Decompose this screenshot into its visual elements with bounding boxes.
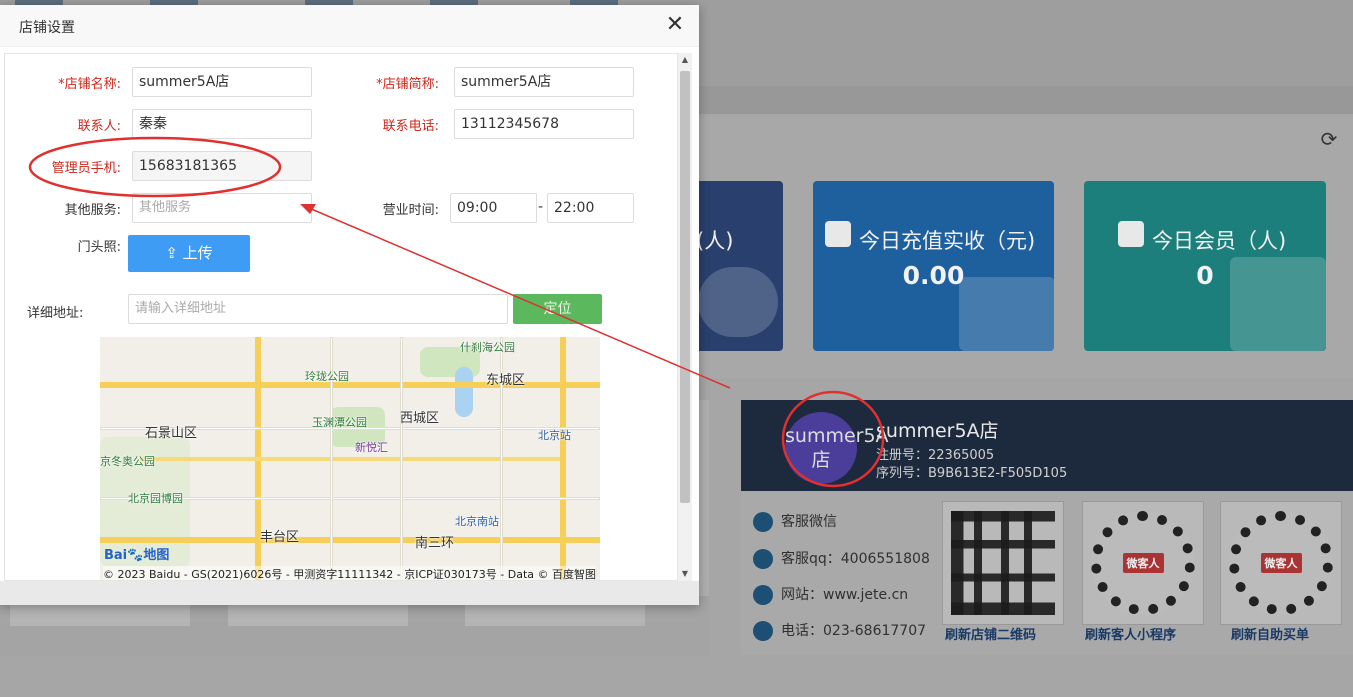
- store-banner: summer5A店 summer5A店 注册号：22365005 序列号：B9B…: [741, 400, 1353, 491]
- qq-icon: [753, 549, 773, 569]
- map-label: 什刹海公园: [460, 341, 515, 354]
- refresh-store-qrcode-link[interactable]: 刷新店铺二维码: [945, 624, 1036, 643]
- map-label: 丰台区: [260, 530, 300, 545]
- miniprogram-code-image: 微客人: [1091, 511, 1195, 615]
- stat-card-visitors: (人): [690, 181, 783, 351]
- link-icon: [753, 585, 773, 605]
- store-card: summer5A店 summer5A店 注册号：22365005 序列号：B9B…: [741, 400, 1353, 655]
- phone-label: 联系电话:: [382, 119, 439, 134]
- scroll-up-arrow-icon[interactable]: ▲: [678, 53, 692, 67]
- locate-button[interactable]: 定位: [513, 294, 602, 324]
- refresh-icon[interactable]: ⟳: [1318, 128, 1340, 150]
- miniprogram-code-image: 微客人: [1229, 511, 1333, 615]
- yuan-icon: [959, 277, 1054, 351]
- storefront-photo-label: 门头照:: [77, 240, 121, 255]
- stat-title: (人): [696, 229, 734, 253]
- store-serial-no: 序列号：B9B613E2-F505D105: [876, 466, 1068, 481]
- contact-website: 网站：www.jete.cn: [753, 584, 908, 605]
- business-hours-end-input[interactable]: 22:00: [547, 193, 634, 223]
- map-label: 玉渊潭公园: [312, 416, 367, 429]
- store-short-name-input[interactable]: summer5A店: [454, 67, 634, 97]
- contact-label: 客服qq：4006551808: [781, 551, 930, 567]
- avatar: summer5A店: [785, 412, 889, 484]
- contact-phone: 电话：023-68617707: [753, 620, 926, 641]
- dialog-footer: [0, 581, 699, 605]
- map-street: [400, 337, 403, 580]
- stat-card-recharge: 今日充值实收（元) 0.00: [813, 181, 1054, 351]
- map-road: [100, 537, 600, 543]
- store-name-input[interactable]: summer5A店: [132, 67, 312, 97]
- store-name-label: *店铺名称:: [58, 77, 121, 92]
- map-road: [560, 337, 566, 580]
- baidu-map-logo: Bai🐾地图: [104, 548, 170, 563]
- store-qrcode: [942, 501, 1064, 625]
- contact-label: 网站：www.jete.cn: [781, 587, 909, 603]
- guest-miniprogram-code: 微客人: [1082, 501, 1204, 625]
- map-copyright: © 2023 Baidu - GS(2021)6026号 - 甲测资字11111…: [103, 566, 597, 581]
- store-name: summer5A店: [876, 420, 999, 442]
- map-lake: [455, 367, 473, 417]
- screen: ⟳ (人) 今日充值实收（元) 0.00 今日会员（人) 0 summer5A店…: [0, 0, 1353, 697]
- contact-label: 客服微信: [781, 514, 837, 530]
- members-icon: [1118, 221, 1144, 247]
- upload-button-label: 上传: [182, 244, 213, 262]
- dialog-header: 店铺设置 ✕: [0, 5, 699, 47]
- miniprogram-badge: 微客人: [1260, 553, 1302, 573]
- miniprogram-badge: 微客人: [1122, 553, 1164, 573]
- phone-icon: [753, 621, 773, 641]
- dialog-scrollbar[interactable]: ▲ ▼: [678, 53, 692, 581]
- map-label: 玲珑公园: [305, 370, 349, 383]
- other-service-input[interactable]: 其他服务: [132, 193, 312, 223]
- admin-phone-label: 管理员手机:: [51, 161, 121, 176]
- self-pay-code: 微客人: [1220, 501, 1342, 625]
- upload-icon: ⇪: [165, 244, 183, 262]
- scroll-down-arrow-icon[interactable]: ▼: [678, 567, 692, 581]
- map-label: 北京南站: [455, 515, 499, 528]
- scroll-thumb[interactable]: [680, 71, 690, 503]
- contact-label: 联系人:: [77, 119, 121, 134]
- close-icon[interactable]: ✕: [662, 12, 688, 38]
- store-reg-no: 注册号：22365005: [876, 448, 995, 463]
- map-label: 石景山区: [145, 426, 198, 441]
- admin-phone-input[interactable]: 15683181365: [132, 151, 312, 181]
- phone-input[interactable]: 13112345678: [454, 109, 634, 139]
- map-label: 新悦汇: [355, 441, 388, 454]
- map-label: 京冬奥公园: [100, 455, 155, 468]
- map-label: 北京园博园: [128, 492, 183, 505]
- people-icon: [698, 267, 778, 337]
- contact-qq: 客服qq：4006551808: [753, 548, 930, 569]
- qrcode-image: [951, 511, 1055, 615]
- store-settings-dialog: 店铺设置 ✕ *店铺名称: summer5A店 *店铺简称: summer5A店…: [0, 5, 699, 605]
- dialog-body: *店铺名称: summer5A店 *店铺简称: summer5A店 联系人: 秦…: [4, 53, 678, 581]
- map-label: 东城区: [486, 373, 526, 388]
- map[interactable]: 什刹海公园 玲珑公园 东城区 西城区 玉渊潭公园 石景山区 新悦汇 北京站 京冬…: [100, 337, 600, 581]
- business-hours-start-input[interactable]: 09:00: [450, 193, 537, 223]
- baidu-logo-map-text: 地图: [143, 548, 170, 563]
- dialog-title: 店铺设置: [19, 20, 75, 36]
- wallet-icon: [825, 221, 851, 247]
- stat-title: 今日会员（人): [1152, 229, 1287, 253]
- wechat-icon: [753, 512, 773, 532]
- map-label: 西城区: [400, 411, 440, 426]
- contact-wechat: 客服微信: [753, 511, 837, 532]
- refresh-guest-miniprogram-link[interactable]: 刷新客人小程序: [1085, 624, 1176, 643]
- map-road: [140, 457, 560, 461]
- baidu-logo-text: Bai: [104, 548, 128, 563]
- other-service-label: 其他服务:: [64, 203, 121, 218]
- address-label: 详细地址:: [27, 306, 84, 321]
- upload-button[interactable]: ⇪ 上传: [128, 235, 250, 272]
- store-short-name-label: *店铺简称:: [376, 77, 439, 92]
- map-label: 北京站: [538, 429, 571, 442]
- refresh-self-pay-link[interactable]: 刷新自助买单: [1231, 624, 1309, 643]
- contact-label: 电话：023-68617707: [781, 623, 927, 639]
- contact-input[interactable]: 秦秦: [132, 109, 312, 139]
- background-column: [699, 400, 709, 600]
- business-hours-label: 营业时间:: [382, 203, 439, 218]
- stat-card-members: 今日会员（人) 0: [1084, 181, 1326, 351]
- stat-title: 今日充值实收（元): [859, 229, 1036, 253]
- address-input[interactable]: 请输入详细地址: [128, 294, 508, 324]
- group-icon: [1230, 257, 1326, 351]
- map-label: 南三环: [415, 536, 455, 551]
- hours-separator: -: [538, 199, 544, 215]
